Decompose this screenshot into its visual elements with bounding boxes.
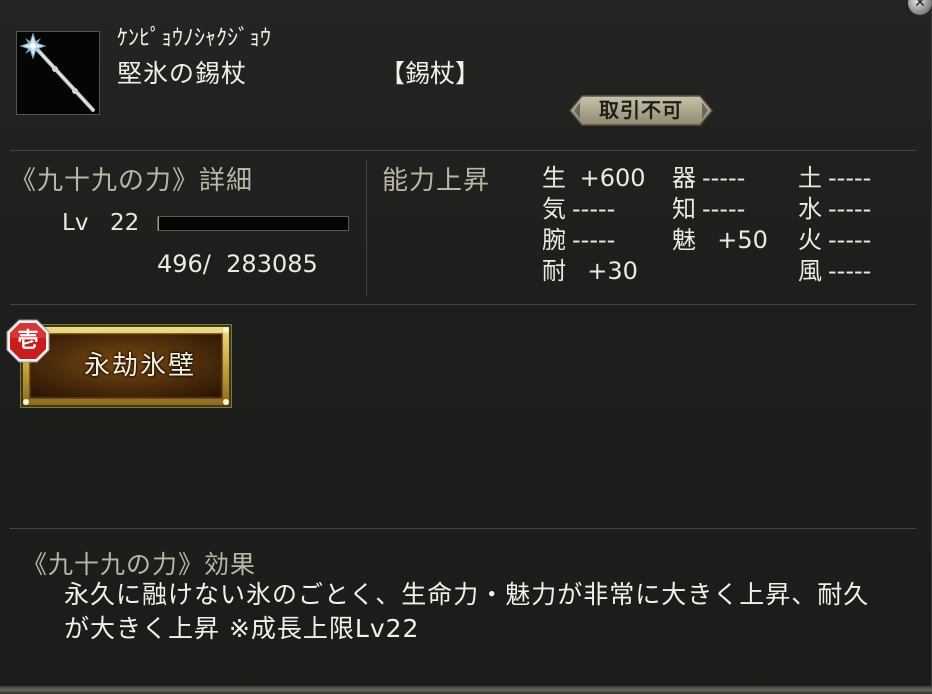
bottom-frame [0, 686, 932, 694]
stat-label: 知 [672, 195, 696, 223]
stat-earth: 土 ----- [798, 162, 871, 194]
stat-life: 生 +600 [542, 162, 646, 194]
divider [10, 528, 916, 529]
detail-section-title: 《九十九の力》詳細 [10, 166, 254, 196]
stat-value: ----- [702, 195, 746, 223]
experience-bar [157, 216, 349, 231]
skill-name: 永劫氷壁 [83, 351, 196, 381]
stat-label: 水 [798, 195, 822, 223]
stat-charm: 魅 +50 [672, 224, 768, 256]
stat-value: ----- [702, 164, 746, 192]
divider [366, 160, 367, 296]
item-type: 【錫杖】 [380, 59, 481, 88]
stat-label: 腕 [542, 226, 566, 254]
effect-description: 永久に融けない氷のごとく、生命力・魅力が非常に大きく上昇、耐久が大きく上昇 ※成… [64, 580, 870, 643]
stat-label: 魅 [672, 226, 696, 254]
stat-value: ----- [828, 257, 872, 285]
stat-fire: 火 ----- [798, 224, 871, 256]
stat-label: 生 [542, 164, 566, 192]
stat-value: +30 [572, 257, 638, 285]
close-icon[interactable]: ✕ [907, 0, 932, 16]
experience-text: 496/ 283085 [157, 250, 318, 278]
ability-section-title: 能力上昇 [382, 166, 491, 196]
stat-label: 火 [798, 226, 822, 254]
level-value: 22 [110, 210, 140, 236]
stat-strength: 腕 ----- [542, 224, 615, 256]
stat-dexterity: 器 ----- [672, 162, 745, 194]
stat-value: +50 [702, 226, 768, 254]
stat-label: 器 [672, 164, 696, 192]
stat-wind: 風 ----- [798, 255, 871, 287]
stat-value: ----- [828, 195, 872, 223]
stat-value: ----- [828, 226, 872, 254]
stat-value: ----- [828, 164, 872, 192]
stat-label: 土 [798, 164, 822, 192]
skill-rank-label: 壱 [17, 328, 39, 352]
trade-status-label: 取引不可 [599, 98, 683, 122]
item-detail-panel: ✕ ｹﾝﾋﾟｮｳﾉｼｬｸｼﾞｮｳ 堅氷の錫杖 【錫杖】 取引不可 《九十九の力》… [0, 0, 932, 694]
ice-staff-icon [16, 31, 100, 115]
divider [10, 150, 916, 151]
stat-water: 水 ----- [798, 193, 871, 225]
stat-spirit: 気 ----- [542, 193, 615, 225]
stat-endurance: 耐 +30 [542, 255, 638, 287]
stat-label: 風 [798, 257, 822, 285]
divider [10, 304, 916, 305]
stat-intelligence: 知 ----- [672, 193, 745, 225]
stat-value: +600 [572, 164, 646, 192]
stat-label: 気 [542, 195, 566, 223]
trade-status-badge: 取引不可 [568, 94, 714, 127]
skill-button[interactable]: 永劫氷壁 [20, 324, 232, 408]
stat-value: ----- [572, 195, 616, 223]
skill-rank-badge: 壱 [5, 318, 51, 364]
stat-label: 耐 [542, 257, 566, 285]
item-reading: ｹﾝﾋﾟｮｳﾉｼｬｸｼﾞｮｳ [117, 26, 272, 51]
effect-section-title: 《九十九の力》効果 [22, 550, 257, 579]
stat-value: ----- [572, 226, 616, 254]
level-label: Lv [62, 210, 89, 236]
item-name: 堅氷の錫杖 [117, 59, 248, 88]
